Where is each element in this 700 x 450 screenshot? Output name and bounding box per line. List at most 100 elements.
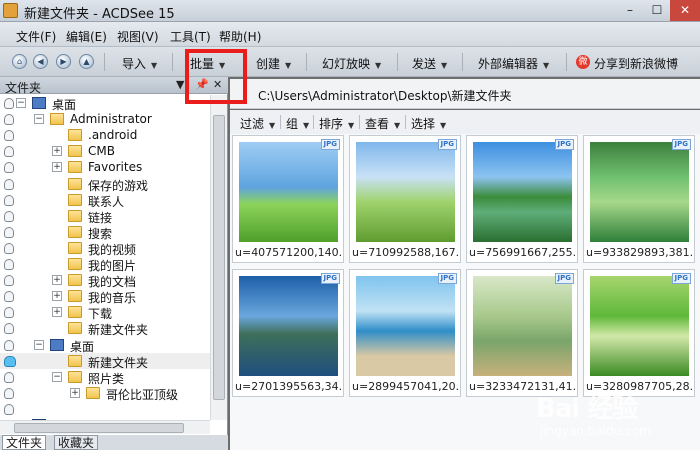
- back-icon[interactable]: ◀: [33, 54, 48, 69]
- toolbar: ⌂ ◀ ▶ ▲ 导入 ▼ 批量 ▼ 创建 ▼ 幻灯放映 ▼ 发送 ▼ 外部编辑器 ▼ 微 分…: [0, 47, 700, 77]
- tree-item[interactable]: + 哥伦比亚顶级: [0, 385, 210, 402]
- tree-item[interactable]: 搜索: [0, 224, 210, 241]
- close-window-button[interactable]: ✕: [670, 0, 700, 21]
- expand-icon[interactable]: +: [52, 146, 62, 156]
- image-thumbnail[interactable]: JPG u=2701395563,34...: [232, 269, 344, 397]
- tree-item[interactable]: − Administrator: [0, 111, 210, 127]
- slideshow-button[interactable]: 幻灯放映 ▼: [322, 55, 381, 72]
- expand-icon[interactable]: +: [52, 275, 62, 285]
- menu-view[interactable]: 视图(V): [117, 28, 159, 45]
- thumbnail-image[interactable]: [239, 276, 338, 376]
- image-thumbnail[interactable]: JPG u=3280987705,28...: [583, 269, 695, 397]
- thumbnail-image[interactable]: [473, 276, 572, 376]
- tree-item[interactable]: 我的图片: [0, 256, 210, 273]
- pin-icon[interactable]: [4, 275, 14, 286]
- tree-vertical-scrollbar[interactable]: [210, 95, 227, 420]
- expand-icon[interactable]: +: [52, 291, 62, 301]
- tree-item[interactable]: 链接: [0, 208, 210, 225]
- minimize-button[interactable]: –: [616, 0, 644, 21]
- collapse-icon[interactable]: −: [16, 98, 26, 108]
- thumbnail-image[interactable]: [356, 276, 455, 376]
- maximize-button[interactable]: ☐: [643, 0, 671, 21]
- collapse-icon[interactable]: −: [52, 372, 62, 382]
- thumbnail-image[interactable]: [590, 142, 689, 242]
- menu-help[interactable]: 帮助(H): [219, 28, 261, 45]
- tree-item[interactable]: 我的视频: [0, 240, 210, 257]
- tree-item[interactable]: + CMB: [0, 143, 210, 159]
- pin-icon[interactable]: [4, 195, 14, 206]
- menu-file[interactable]: 文件(F): [16, 28, 56, 45]
- view-button[interactable]: 查看 ▼: [365, 115, 400, 132]
- menu-tools[interactable]: 工具(T): [170, 28, 211, 45]
- filter-button[interactable]: 过滤 ▼: [240, 115, 275, 132]
- desktop-icon: [50, 339, 64, 351]
- tree-item[interactable]: .android: [0, 127, 210, 143]
- scrollbar-thumb[interactable]: [213, 115, 225, 400]
- thumbnail-image[interactable]: [590, 276, 689, 376]
- pin-icon[interactable]: [4, 323, 14, 334]
- tree-item[interactable]: 保存的游戏: [0, 176, 210, 193]
- pin-icon[interactable]: [4, 162, 14, 173]
- image-thumbnail[interactable]: JPG u=2899457041,20...: [349, 269, 461, 397]
- scrollbar-thumb[interactable]: [14, 423, 184, 433]
- thumbnail-image[interactable]: [356, 142, 455, 242]
- tree-item[interactable]: + 下载: [0, 304, 210, 321]
- image-thumbnail[interactable]: JPG u=933829893,381...: [583, 135, 695, 263]
- share-weibo-button[interactable]: 分享到新浪微博: [594, 55, 678, 72]
- tree-item[interactable]: − 桌面: [0, 95, 210, 112]
- expand-icon[interactable]: +: [52, 162, 62, 172]
- tree-item[interactable]: + 我的音乐: [0, 288, 210, 305]
- pin-icon[interactable]: [4, 243, 14, 254]
- pin-icon[interactable]: [4, 291, 14, 302]
- tree-horizontal-scrollbar[interactable]: [0, 420, 210, 434]
- group-button[interactable]: 组 ▼: [286, 115, 309, 132]
- collapse-icon[interactable]: −: [34, 114, 44, 124]
- pin-icon[interactable]: [4, 130, 14, 141]
- pin-icon[interactable]: [4, 388, 14, 399]
- thumbnail-image[interactable]: [473, 142, 572, 242]
- expand-icon[interactable]: +: [52, 307, 62, 317]
- tree-item[interactable]: − 照片类: [0, 369, 210, 386]
- up-icon[interactable]: ▲: [79, 54, 94, 69]
- pin-icon[interactable]: [4, 114, 14, 125]
- tree-item[interactable]: + 我的文档: [0, 272, 210, 289]
- image-thumbnail[interactable]: JPG u=756991667,255...: [466, 135, 578, 263]
- pin-icon[interactable]: [4, 340, 14, 351]
- pin-icon[interactable]: [4, 372, 14, 383]
- tab-folders[interactable]: 文件夹: [2, 435, 47, 450]
- image-thumbnail[interactable]: JPG u=710992588,167...: [349, 135, 461, 263]
- pin-icon[interactable]: [4, 227, 14, 238]
- thumbnail-image[interactable]: [239, 142, 338, 242]
- path-bar[interactable]: C:\Users\Administrator\Desktop\新建文件夹: [230, 79, 700, 109]
- collapse-icon[interactable]: −: [34, 340, 44, 350]
- tree-item[interactable]: + Favorites: [0, 159, 210, 175]
- expand-icon[interactable]: +: [70, 388, 80, 398]
- pin-icon[interactable]: [4, 356, 16, 367]
- image-thumbnail[interactable]: JPG u=407571200,140...: [232, 135, 344, 263]
- tab-favorites[interactable]: 收藏夹: [54, 435, 99, 450]
- external-editor-button[interactable]: 外部编辑器 ▼: [478, 55, 549, 72]
- sort-button[interactable]: 排序 ▼: [319, 115, 354, 132]
- pin-icon[interactable]: [4, 404, 14, 415]
- home-icon[interactable]: ⌂: [12, 54, 27, 69]
- tree-item[interactable]: 新建文件夹: [0, 320, 210, 337]
- pin-icon[interactable]: [4, 259, 14, 270]
- image-thumbnail[interactable]: JPG u=3233472131,41...: [466, 269, 578, 397]
- chevron-down-icon: ▼: [440, 121, 447, 130]
- tree-item[interactable]: 新建文件夹: [0, 353, 210, 370]
- pin-icon[interactable]: [4, 98, 14, 109]
- import-button[interactable]: 导入 ▼: [122, 55, 157, 72]
- menu-edit[interactable]: 编辑(E): [66, 28, 107, 45]
- pin-icon[interactable]: [4, 179, 14, 190]
- tree-item[interactable]: − 桌面: [0, 337, 210, 354]
- pin-icon[interactable]: [4, 146, 14, 157]
- tree-item[interactable]: 联系人: [0, 192, 210, 209]
- pin-icon[interactable]: [4, 307, 14, 318]
- pin-icon[interactable]: [4, 211, 14, 222]
- send-button[interactable]: 发送 ▼: [412, 55, 447, 72]
- create-button[interactable]: 创建 ▼: [256, 55, 291, 72]
- select-button[interactable]: 选择 ▼: [411, 115, 446, 132]
- tree-item[interactable]: [0, 401, 210, 417]
- panel-dropdown-icon[interactable]: ▼: [176, 78, 184, 91]
- forward-icon[interactable]: ▶: [56, 54, 71, 69]
